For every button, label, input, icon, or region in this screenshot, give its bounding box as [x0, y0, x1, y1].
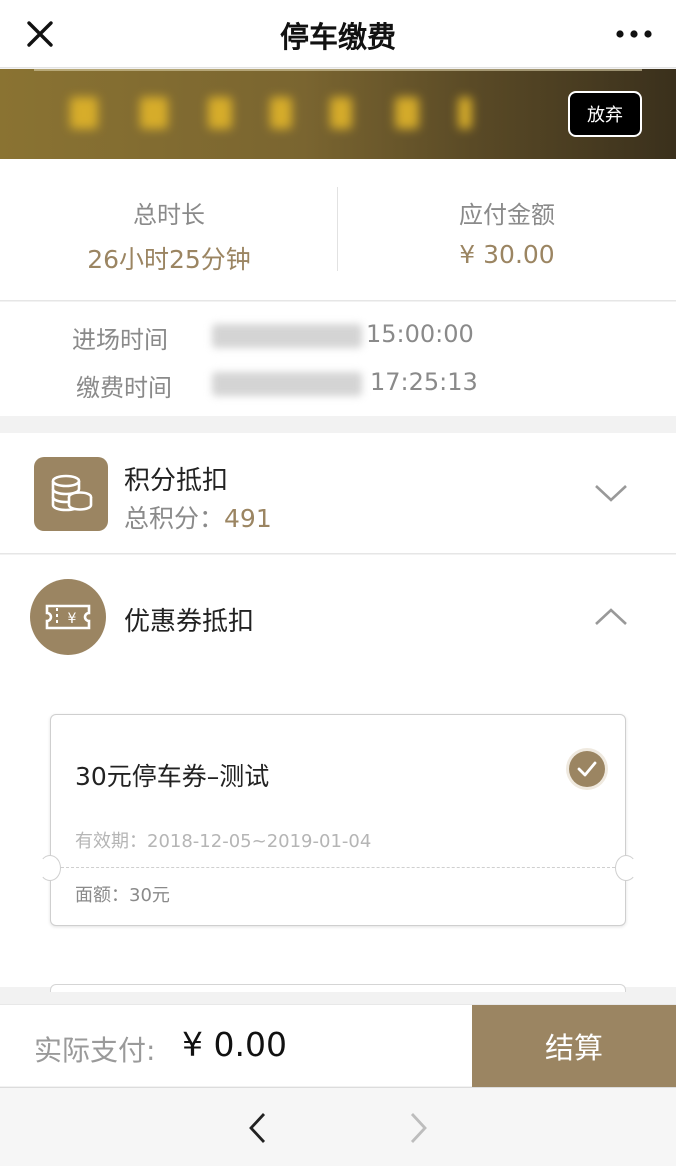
- amount-value: ¥ 30.00: [459, 240, 555, 269]
- entry-time-row: 进场时间 15:00:00: [0, 320, 676, 360]
- plate-char: [330, 97, 352, 129]
- payment-bar: 实际支付: ¥ 0.00 结算: [0, 1004, 676, 1087]
- pay-time-row: 缴费时间 17:25:13: [0, 368, 676, 408]
- coupon-validity: 有效期：2018-12-05~2019-01-04: [75, 831, 372, 852]
- plate-char: [70, 97, 98, 129]
- pay-time-label: 缴费时间: [76, 374, 172, 402]
- plate-char: [140, 97, 168, 129]
- duration-block: 总时长 26小时25分钟: [0, 195, 338, 276]
- page-title: 停车缴费: [279, 20, 396, 54]
- plate-char: [208, 97, 232, 129]
- points-title: 积分抵扣: [124, 466, 229, 496]
- coupon-title[interactable]: 优惠券抵扣: [124, 601, 254, 638]
- coupon-notch-left: [39, 855, 61, 881]
- points-total: 总积分：491: [124, 499, 272, 535]
- coupon-name: 30元停车券–测试: [75, 762, 270, 791]
- coupon-card[interactable]: 30元停车券–测试 有效期：2018-12-05~2019-01-04 面额：3…: [39, 714, 637, 926]
- chevron-up-icon[interactable]: [594, 607, 628, 627]
- actual-payment-amount: ¥ 0.00: [182, 1025, 287, 1064]
- abandon-button[interactable]: 放弃: [568, 91, 642, 137]
- points-total-label: 总积分：: [124, 504, 225, 533]
- coins-icon: [34, 457, 108, 531]
- entry-time-value: 15:00:00: [366, 320, 474, 348]
- amount-block: 应付金额 ¥ 30.00: [338, 195, 676, 269]
- entry-time-label: 进场时间: [72, 326, 168, 354]
- amount-label: 应付金额: [459, 201, 555, 229]
- plate-char: [395, 97, 419, 129]
- plate-char: [458, 97, 472, 129]
- settle-button[interactable]: 结算: [472, 1005, 676, 1087]
- more-icon[interactable]: [614, 20, 654, 48]
- entry-date-redacted: [212, 324, 362, 348]
- forward-arrow-icon[interactable]: [404, 1110, 432, 1146]
- browser-toolbar: [0, 1087, 676, 1166]
- duration-value: 26小时25分钟: [87, 245, 251, 274]
- coupon-notch-right: [615, 855, 637, 881]
- ticket-icon: ¥: [30, 579, 106, 655]
- actual-payment-label: 实际支付:: [34, 1034, 156, 1067]
- points-total-value: 491: [224, 504, 272, 533]
- pay-time-value: 17:25:13: [370, 368, 478, 396]
- nav-bar: 停车缴费: [0, 0, 676, 68]
- chevron-down-icon[interactable]: [594, 483, 628, 503]
- fee-summary: 总时长 26小时25分钟 应付金额 ¥ 30.00: [0, 159, 676, 301]
- coupon-divider: [61, 867, 615, 868]
- coupon-deduction-section: ¥ 优惠券抵扣 30元停车券–测试 有效期：2018-12-05~2019-01…: [0, 555, 676, 987]
- plate-banner: 放弃: [0, 69, 676, 159]
- points-deduction-row[interactable]: 积分抵扣 总积分：491: [0, 433, 676, 554]
- coupon-card-partial[interactable]: [50, 984, 626, 992]
- pay-date-redacted: [212, 372, 362, 396]
- plate-char: [270, 97, 292, 129]
- duration-label: 总时长: [133, 201, 205, 229]
- svg-text:¥: ¥: [68, 611, 77, 627]
- time-info: 进场时间 15:00:00 缴费时间 17:25:13: [0, 302, 676, 416]
- check-icon[interactable]: [569, 751, 605, 787]
- back-arrow-icon[interactable]: [244, 1110, 272, 1146]
- banner-divider: [34, 69, 642, 71]
- coupon-face-value: 面额：30元: [75, 885, 170, 906]
